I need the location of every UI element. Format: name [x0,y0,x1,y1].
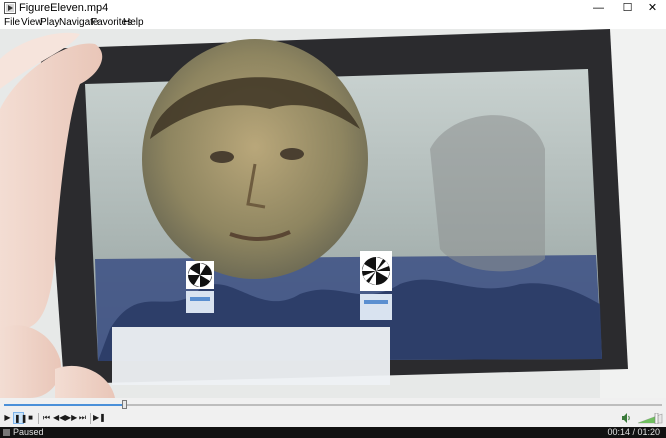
separator [90,413,91,424]
playback-controls: ▶ ❚❚ ■ ⏮ ◀◀ ▶▶ ⏭ ▶❚ [0,410,666,427]
seek-bar[interactable] [0,398,666,410]
fast-forward-button[interactable]: ▶▶ [65,412,77,424]
stop-button[interactable]: ■ [25,412,36,424]
app-icon [4,2,16,14]
close-button[interactable]: ✕ [639,0,666,16]
menu-play[interactable]: Play [40,16,59,29]
target-right [360,251,392,320]
separator [38,413,39,424]
title-bar: FigureEleven.mp4 — ☐ ✕ [0,0,666,16]
volume-slider[interactable] [637,413,663,424]
time-readout: 00:14 / 01:20 [607,427,660,437]
menu-file[interactable]: File [4,16,20,29]
rewind-button[interactable]: ◀◀ [53,412,65,424]
seek-progress [4,404,124,406]
playback-status: Paused [13,427,44,437]
menu-help[interactable]: Help [123,16,144,29]
video-frame[interactable] [0,29,666,398]
minimize-button[interactable]: — [585,0,612,16]
window-title: FigureEleven.mp4 [19,2,109,14]
play-button[interactable]: ▶ [2,412,13,424]
speaker-icon[interactable] [621,412,631,424]
frame-step-button[interactable]: ▶❚ [93,412,106,424]
status-bar: Paused 00:14 / 01:20 [0,427,666,438]
pause-button[interactable]: ❚❚ [13,412,27,424]
video-content [0,29,666,398]
status-indicator-icon [3,429,10,436]
maximize-button[interactable]: ☐ [614,0,641,16]
next-button[interactable]: ⏭ [77,412,88,424]
seek-thumb[interactable] [122,400,127,409]
previous-button[interactable]: ⏮ [41,412,52,424]
menu-bar: File View Play Navigate Favorites Help [0,16,666,29]
target-left [186,261,214,313]
